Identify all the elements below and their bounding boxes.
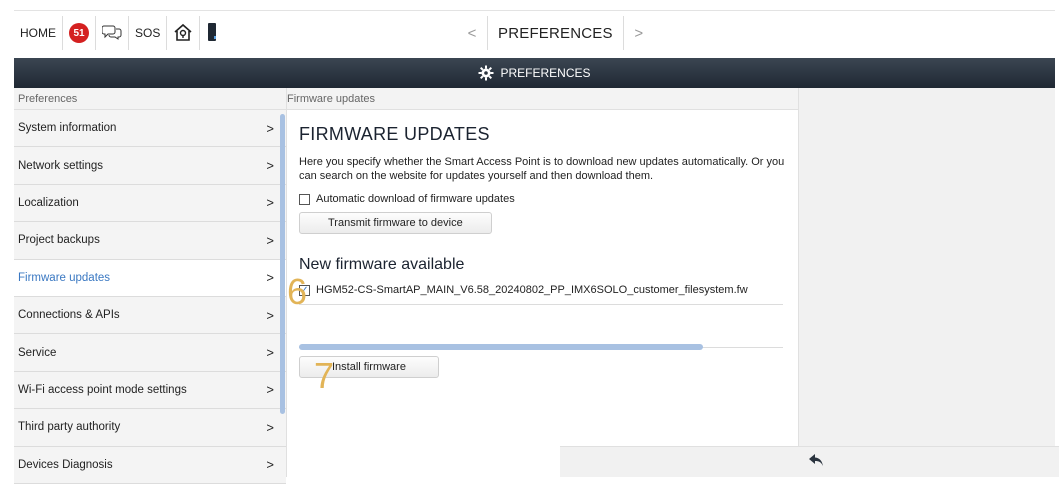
phone-icon [206, 22, 218, 45]
content-area: Preferences System information > Network … [14, 88, 1059, 484]
sidebar-item-label: Firmware updates [18, 271, 111, 284]
sidebar-item-connections-apis[interactable]: Connections & APIs > [14, 296, 286, 335]
chevron-right-icon: > [266, 120, 274, 136]
sidebar-item-label: Service [18, 346, 57, 359]
auto-download-row[interactable]: Automatic download of firmware updates [299, 193, 786, 205]
panel-description: Here you specify whether the Smart Acces… [299, 156, 785, 182]
firmware-panel: Firmware updates FIRMWARE UPDATES Here y… [287, 88, 1059, 477]
chevron-right-icon: > [266, 195, 274, 211]
home-button[interactable]: HOME [14, 16, 63, 50]
next-page-button[interactable]: > [624, 16, 654, 50]
home-status-button[interactable] [167, 16, 201, 50]
sidebar-item-wifi-access-point[interactable]: Wi-Fi access point mode settings > [14, 371, 286, 410]
step-marker-7: 7 [314, 355, 335, 396]
sidebar-item-third-party-authority[interactable]: Third party authority > [14, 409, 286, 447]
firmware-file-name: HGM52-CS-SmartAP_MAIN_V6.58_20240802_PP_… [316, 284, 748, 296]
back-arrow-icon[interactable] [808, 453, 824, 472]
sidebar-item-label: Connections & APIs [18, 309, 120, 322]
home-label: HOME [20, 26, 56, 40]
install-progress-fill [299, 344, 704, 350]
sidebar-item-system-information[interactable]: System information > [14, 110, 286, 148]
messages-button[interactable] [96, 16, 129, 50]
gear-icon [478, 65, 494, 81]
top-navigation: < PREFERENCES > [457, 16, 654, 50]
preferences-sidebar: Preferences System information > Network … [14, 88, 287, 484]
sos-label: SOS [135, 26, 161, 40]
sidebar-item-label: System information [18, 122, 117, 135]
install-progress-bar [299, 344, 783, 350]
sidebar-item-localization[interactable]: Localization > [14, 184, 286, 223]
sos-button[interactable]: SOS [129, 16, 168, 50]
sidebar-item-firmware-updates[interactable]: Firmware updates > [14, 259, 286, 297]
chevron-right-icon: > [266, 419, 274, 435]
sidebar-item-network-settings[interactable]: Network settings > [14, 147, 286, 185]
sidebar-item-label: Localization [18, 196, 79, 209]
install-button-wrap: Install firmware [299, 356, 786, 378]
divider [299, 304, 783, 305]
sidebar-item-label: Third party authority [18, 421, 121, 434]
sidebar-item-project-backups[interactable]: Project backups > [14, 222, 286, 260]
panel-title: FIRMWARE UPDATES [299, 124, 490, 144]
sidebar-item-service[interactable]: Service > [14, 334, 286, 372]
sidebar-item-label: Project backups [18, 234, 100, 247]
page-title: PREFERENCES [487, 16, 624, 50]
transmit-button-wrap: Transmit firmware to device [299, 212, 786, 234]
firmware-panel-body: FIRMWARE UPDATES Here you specify whethe… [287, 110, 798, 378]
top-bar-inner: HOME 51 SOS < PREFERENCES > [14, 10, 1055, 54]
sidebar-scrollbar[interactable] [280, 114, 285, 414]
chat-bubbles-icon [101, 24, 122, 43]
chevron-right-icon: > [266, 232, 274, 248]
firmware-file-row[interactable]: ✓ HGM52-CS-SmartAP_MAIN_V6.58_20240802_P… [299, 282, 786, 298]
notifications-button[interactable]: 51 [63, 16, 96, 50]
chevron-right-icon: > [266, 270, 274, 286]
chevron-right-icon: > [266, 158, 274, 174]
sidebar-item-label: Wi-Fi access point mode settings [18, 383, 187, 396]
house-icon [173, 22, 193, 45]
sidebar-item-devices-diagnosis[interactable]: Devices Diagnosis > [14, 446, 286, 484]
panel-footer [560, 446, 1059, 477]
chevron-right-icon: > [266, 457, 274, 473]
auto-download-checkbox[interactable] [299, 193, 310, 205]
header-title: PREFERENCES [500, 66, 591, 80]
device-button[interactable] [200, 16, 224, 50]
chevron-right-icon: > [266, 382, 274, 398]
preferences-header: PREFERENCES [14, 58, 1055, 88]
sidebar-item-label: Network settings [18, 159, 104, 172]
top-bar-left: HOME 51 SOS [14, 16, 224, 50]
top-bar: HOME 51 SOS < PREFERENCES > [0, 0, 1059, 58]
auto-download-label: Automatic download of firmware updates [316, 193, 515, 205]
main-section-label: Firmware updates [287, 88, 798, 110]
sidebar-section-label: Preferences [14, 88, 286, 110]
chevron-right-icon: > [266, 307, 274, 323]
chevron-right-icon: > [266, 345, 274, 361]
prev-page-button[interactable]: < [457, 16, 487, 50]
step-marker-6: 6 [287, 271, 308, 312]
notification-badge: 51 [69, 23, 89, 43]
new-firmware-heading: New firmware available [299, 256, 465, 273]
transmit-firmware-button[interactable]: Transmit firmware to device [299, 212, 492, 234]
sidebar-item-label: Devices Diagnosis [18, 458, 113, 471]
